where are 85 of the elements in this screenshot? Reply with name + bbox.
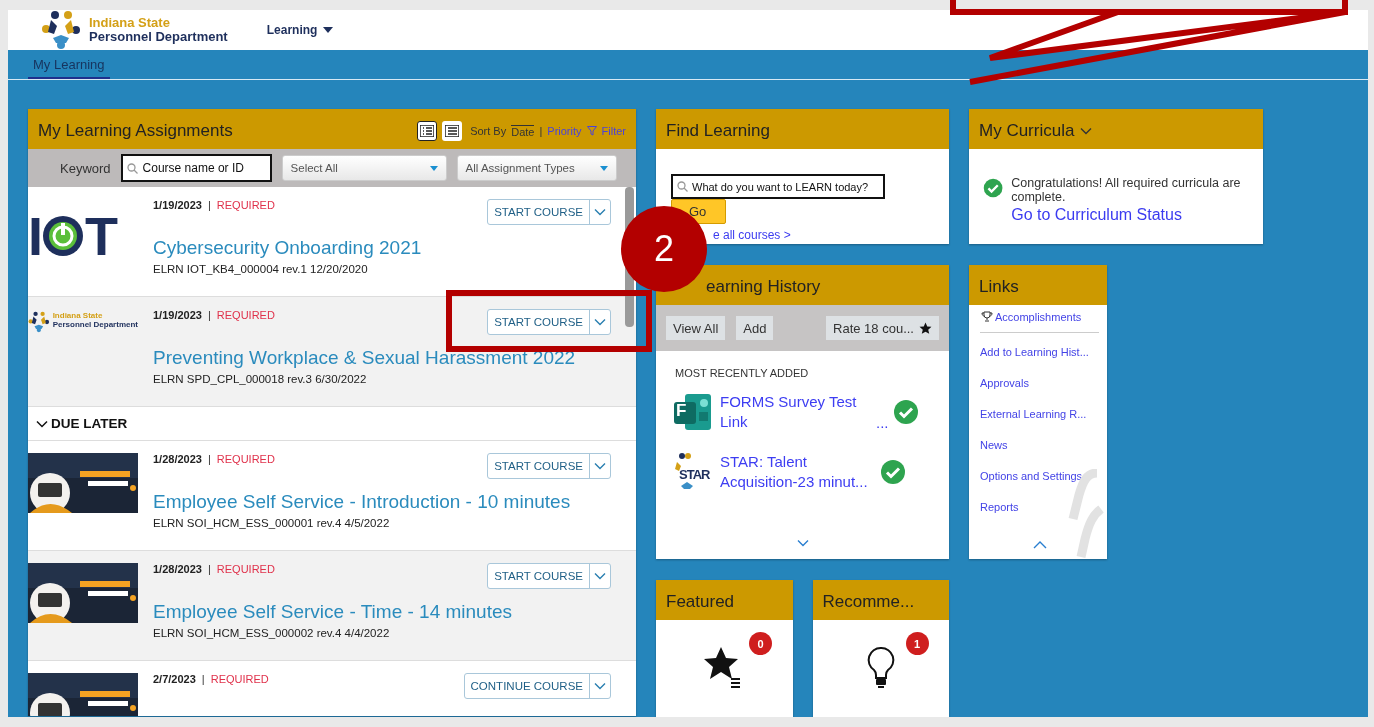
agency-logo: Indiana State Personnel Department xyxy=(28,309,138,335)
star-program-logo: STAR xyxy=(671,449,716,495)
separator: | xyxy=(201,673,205,685)
link-item[interactable]: Accomplishments xyxy=(995,311,1082,323)
status-message: Congratulations! All required curricula are complete. xyxy=(1011,176,1242,204)
card-title: Recomme... xyxy=(822,592,915,612)
due-date: 1/28/2023 xyxy=(153,563,202,575)
iot-logo: I T xyxy=(28,205,118,263)
status-label: REQUIRED xyxy=(216,199,275,211)
card-title: Find Learning xyxy=(666,121,770,141)
status-dropdown[interactable]: Select All xyxy=(281,155,447,181)
rate-button[interactable]: Rate 18 cou... xyxy=(826,316,939,340)
history-link[interactable]: STAR: Talent Acquisition-23 minut... xyxy=(720,452,872,492)
caret-icon xyxy=(594,318,606,326)
org-name: Personnel Department xyxy=(89,30,228,44)
count-badge: 1 xyxy=(905,632,929,655)
history-link[interactable]: FORMS Survey Test Link xyxy=(720,392,872,432)
chevron-icon[interactable] xyxy=(36,419,48,428)
see-all-link[interactable]: e all courses > xyxy=(713,228,791,242)
course-code: ELRN SOI_HCM_ESS_000002 rev.4 4/4/2022 xyxy=(153,627,391,639)
tile-card[interactable]: Recomme... 1 xyxy=(812,580,949,717)
due-date: 1/28/2023 xyxy=(153,453,202,465)
separator: | xyxy=(539,125,543,137)
separator: | xyxy=(207,309,211,321)
detail-view-button[interactable] xyxy=(417,121,438,141)
type-dropdown[interactable]: All Assignment Types xyxy=(456,155,617,181)
section-heading: MOST RECENTLY ADDED xyxy=(674,366,810,379)
filter-icon xyxy=(586,126,597,136)
caret-icon xyxy=(429,165,438,171)
status-label: REQUIRED xyxy=(216,453,275,465)
keyword-field[interactable]: Course name or ID xyxy=(120,154,272,182)
status-label: REQUIRED xyxy=(210,673,269,685)
people-logo-icon xyxy=(28,309,50,335)
card-title: Featured xyxy=(666,592,735,612)
status-label: REQUIRED xyxy=(216,309,275,321)
search-field[interactable]: What do you want to LEARN today? xyxy=(671,174,885,199)
group-heading: DUE LATER xyxy=(51,416,128,431)
caret-icon xyxy=(594,682,606,690)
course-title[interactable]: Cybersecurity Onboarding 2021 xyxy=(153,237,611,259)
link-item[interactable]: Options and Settings xyxy=(980,460,1099,491)
caret-icon xyxy=(594,462,606,470)
keyword-label: Keyword xyxy=(60,160,111,176)
learning-menu[interactable]: Learning xyxy=(260,22,340,38)
link-item[interactable]: Add to Learning Hist... xyxy=(980,336,1099,367)
link-item[interactable]: Approvals xyxy=(980,367,1099,398)
history-button[interactable]: Add xyxy=(736,316,774,340)
collapse-icon[interactable] xyxy=(1032,541,1047,549)
tile-card[interactable]: Featured 0 xyxy=(656,580,793,717)
search-icon xyxy=(126,162,138,174)
caret-icon xyxy=(323,27,334,33)
people-logo-icon xyxy=(41,10,81,50)
card-title: My Learning Assignments xyxy=(38,121,233,141)
card-title: My Curricula xyxy=(979,121,1075,141)
separator: | xyxy=(207,563,211,575)
sort-option[interactable]: Date xyxy=(511,124,535,138)
card-title: Links xyxy=(979,277,1019,297)
curriculum-status-link[interactable]: Go to Curriculum Status xyxy=(1011,206,1253,224)
due-date: 2/7/2023 xyxy=(153,673,196,685)
expand-icon xyxy=(796,539,809,547)
caret-icon xyxy=(594,572,606,580)
status-label: REQUIRED xyxy=(216,563,275,575)
more-text: ... xyxy=(876,414,889,431)
due-date: 1/19/2023 xyxy=(153,309,202,321)
count-badge: 0 xyxy=(749,632,772,655)
link-item[interactable]: News xyxy=(980,429,1099,460)
search-icon xyxy=(677,181,688,192)
link-item[interactable]: Reports xyxy=(980,491,1099,522)
caret-icon xyxy=(594,208,606,216)
caret-icon xyxy=(1080,127,1093,135)
trophy-icon xyxy=(981,311,993,322)
course-code: ELRN SOI_HCM_ESS_000001 rev.4 4/5/2022 xyxy=(153,517,391,529)
star-icon xyxy=(919,321,932,335)
due-date: 1/19/2023 xyxy=(153,199,202,211)
sort-label: Sort By xyxy=(470,125,507,137)
course-title[interactable]: Employee Self Service - Introduction - 10 minutes xyxy=(153,491,611,513)
history-button[interactable]: View All xyxy=(666,316,726,340)
list-view-button[interactable] xyxy=(442,121,463,141)
separator: | xyxy=(207,199,211,211)
separator: | xyxy=(207,453,211,465)
course-code: ELRN IOT_KB4_000004 rev.1 12/20/2020 xyxy=(153,263,369,275)
course-code: ELRN SPD_CPL_000018 rev.3 6/30/2022 xyxy=(153,373,368,385)
caret-icon xyxy=(599,165,608,171)
card-title: earning History xyxy=(705,277,821,297)
org-name: Indiana State xyxy=(89,16,171,30)
link-item[interactable]: External Learning R... xyxy=(980,398,1099,429)
